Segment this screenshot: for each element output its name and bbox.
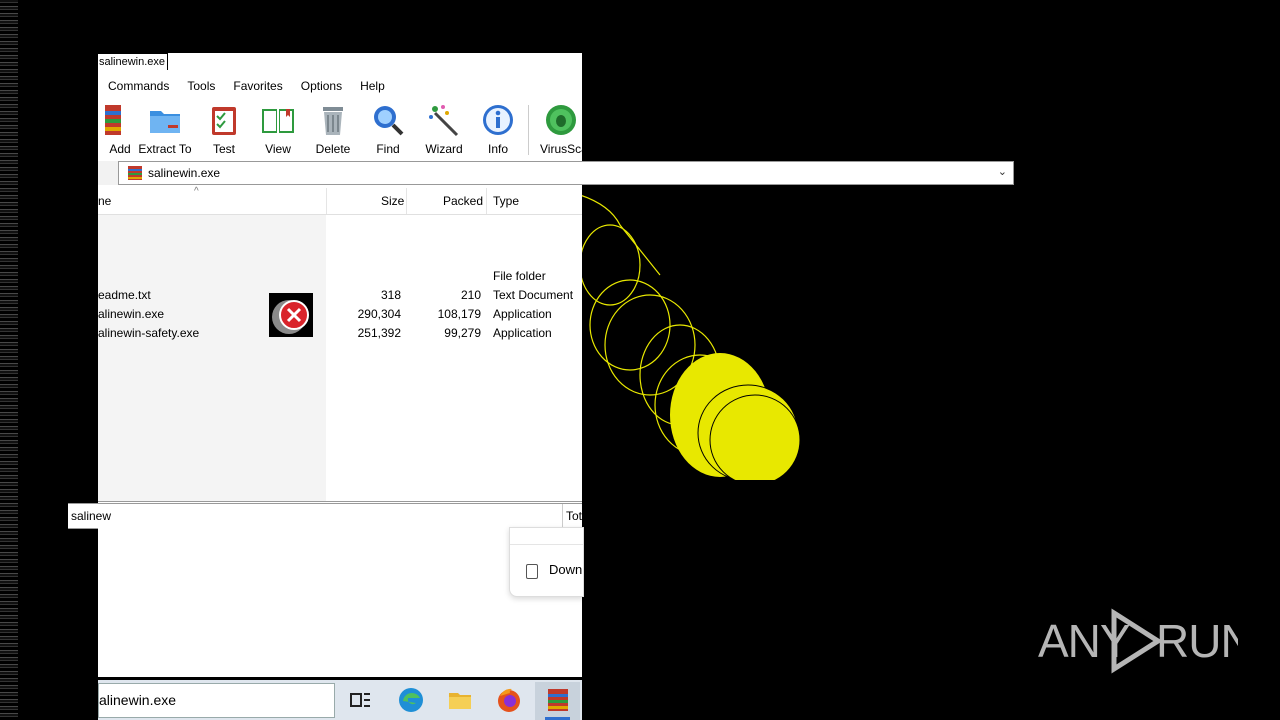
status-left: salinew [71,509,112,523]
virusscan-button[interactable]: VirusSca [536,101,582,159]
file-type: File folder [493,269,546,283]
info-label: Info [487,142,508,156]
menu-help[interactable]: Help [350,75,393,97]
column-name[interactable]: ne [98,188,111,214]
winrar-icon [548,689,568,711]
file-type: Application [493,307,552,321]
file-name: alinewin.exe [98,307,165,321]
wizard-button[interactable]: Wizard [416,101,472,159]
firefox-icon[interactable] [495,686,523,714]
name-column-bg [98,214,326,502]
payload-artifact [580,194,810,485]
toolbar-separator [528,105,529,155]
menu-bar: Commands Tools Favorites Options Help [98,75,582,97]
file-name: alinewin-safety.exe [98,326,200,340]
test-clipboard-icon [212,107,236,135]
file-type: Text Document [493,288,574,302]
wizard-label: Wizard [425,142,463,156]
extract-folder-icon [150,111,180,133]
popup-divider [510,544,583,545]
test-button[interactable]: Test [196,101,252,159]
delete-button[interactable]: Delete [305,101,361,159]
test-label: Test [212,142,235,156]
svg-text:RUN: RUN [1156,615,1238,667]
file-size: 318 [380,288,401,302]
file-name: eadme.txt [98,288,151,302]
add-label: Add [109,142,131,156]
chevron-down-icon[interactable]: ⌄ [998,165,1007,178]
file-packed: 210 [460,288,481,302]
virus-scan-icon [546,105,576,135]
find-label: Find [376,142,400,156]
file-explorer-icon[interactable] [446,686,474,714]
menu-tools[interactable]: Tools [177,75,223,97]
search-text: alinewin.exe [99,692,177,708]
address-bar[interactable]: salinewin.exe ⌄ [118,161,1014,185]
anyrun-watermark: ANY RUN [1038,605,1238,675]
archive-icon [128,166,142,180]
column-separator[interactable] [326,188,327,214]
menu-options[interactable]: Options [291,75,350,97]
error-icon [269,293,313,337]
file-icon [526,564,538,579]
info-icon [483,105,513,135]
status-right: Tot [562,504,582,528]
table-row[interactable]: File folder [98,267,582,286]
table-row[interactable]: eadme.txt 318 210 Text Document [98,286,582,305]
title-bar: salinewin.exe [98,53,582,71]
task-view-icon[interactable] [346,686,374,714]
add-archive-icon [105,105,121,135]
view-book-icon [262,109,294,133]
window-title: salinewin.exe [98,53,169,70]
column-type[interactable]: Type [493,188,519,214]
wand-icon [429,105,459,137]
status-bar: salinew Tot [68,503,582,529]
winrar-taskbar-active[interactable] [535,682,580,720]
column-header: ne ^ Size Packed Type [98,186,582,215]
toolbar: Add Extract To Test View Delete Find Wiz… [98,101,582,159]
download-label[interactable]: Down [549,562,582,577]
extract-to-label: Extract To [138,142,192,156]
menu-commands[interactable]: Commands [98,75,177,97]
winrar-window: salinewin.exe Commands Tools Favorites O… [98,53,582,526]
delete-label: Delete [315,142,351,156]
address-up-area [98,161,118,185]
view-label: View [265,142,291,156]
column-packed[interactable]: Packed [443,188,483,214]
file-packed: 108,179 [437,307,481,321]
column-separator[interactable] [406,188,407,214]
view-button[interactable]: View [250,101,306,159]
address-path: salinewin.exe [148,166,221,180]
info-button[interactable]: Info [470,101,526,159]
trash-icon [323,107,343,135]
file-list: ne ^ Size Packed Type File folder eadme.… [98,186,582,502]
file-size: 251,392 [357,326,401,340]
virusscan-label: VirusSca [540,142,582,156]
download-popup: Down [509,527,584,597]
column-separator[interactable] [486,188,487,214]
table-row[interactable]: alinewin-safety.exe 251,392 99,279 Appli… [98,324,582,343]
add-button[interactable]: Add [98,101,136,159]
table-row[interactable]: alinewin.exe 290,304 108,179 Application [98,305,582,324]
status-top-line [98,501,582,502]
search-input[interactable]: alinewin.exe [98,683,335,718]
file-size: 290,304 [357,307,401,321]
find-button[interactable]: Find [360,101,416,159]
anyrun-logo: ANY RUN [1038,608,1238,674]
menu-favorites[interactable]: Favorites [223,75,290,97]
edge-icon[interactable] [397,686,425,714]
screen-noise [0,0,18,720]
file-type: Application [493,326,552,340]
extract-to-button[interactable]: Extract To [138,101,192,159]
magnifier-icon [374,106,404,136]
file-packed: 99,279 [444,326,481,340]
column-size[interactable]: Size [381,188,404,214]
